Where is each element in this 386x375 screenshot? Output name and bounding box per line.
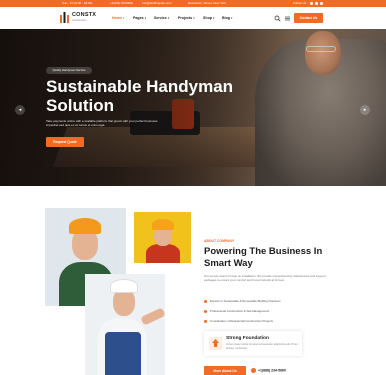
section-eyebrow: ABOUT COMPANY bbox=[204, 239, 235, 243]
check-icon bbox=[204, 299, 207, 303]
chevron-down-icon: ▾ bbox=[212, 16, 215, 20]
logo-name[interactable]: CONSTX bbox=[72, 12, 96, 18]
logo-tagline: Construction bbox=[72, 19, 87, 22]
nav-pages[interactable]: Pages▾ bbox=[133, 16, 146, 20]
foundation-icon bbox=[209, 337, 222, 350]
phone-icon bbox=[251, 368, 256, 373]
twitter-icon[interactable] bbox=[315, 2, 318, 5]
section-description: Our service teams fit drop on installati… bbox=[204, 274, 326, 283]
contact-us-button[interactable]: Contact Us bbox=[294, 13, 323, 23]
hero-badge: Quality Handyman Service bbox=[46, 67, 92, 74]
more-about-button[interactable]: More About Us bbox=[204, 366, 246, 375]
nav-projects[interactable]: Projects▾ bbox=[178, 16, 195, 20]
menu-icon[interactable] bbox=[284, 15, 291, 22]
chevron-down-icon: ▾ bbox=[167, 16, 170, 20]
slider-next-icon[interactable]: ▸ bbox=[360, 105, 370, 115]
check-icon bbox=[204, 319, 207, 323]
worker-photo-3 bbox=[85, 274, 165, 375]
request-quote-button[interactable]: Request Quote bbox=[46, 137, 84, 147]
card-title: Strong Foundation bbox=[226, 336, 269, 341]
card-description: Lorem ipsum dolor sit amet consectetur a… bbox=[226, 343, 298, 350]
linkedin-icon[interactable] bbox=[320, 2, 323, 5]
top-info-bar: Sun - Fri (9:00 - 18:00) +1(234) 5678900… bbox=[0, 0, 386, 7]
topbar-hours: Sun - Fri (9:00 - 18:00) bbox=[62, 1, 93, 5]
hero-description: Take payments online with a scalable pla… bbox=[46, 119, 158, 128]
check-icon bbox=[204, 309, 207, 313]
chevron-down-icon: ▾ bbox=[144, 16, 146, 20]
search-icon[interactable] bbox=[274, 15, 281, 22]
slider-prev-icon[interactable]: ◂ bbox=[15, 105, 25, 115]
nav-blog[interactable]: Blog▾ bbox=[222, 16, 232, 20]
phone-contact[interactable]: +1(888) 234-5660 bbox=[251, 368, 286, 373]
worker-photo-2 bbox=[134, 212, 191, 263]
nav-service[interactable]: Service▾ bbox=[154, 16, 169, 20]
hero-title: Sustainable Handyman Solution bbox=[46, 77, 234, 115]
feature-item: Experts in Sustainable & Renewable Build… bbox=[204, 299, 281, 303]
foundation-card: Strong Foundation Lorem ipsum dolor sit … bbox=[204, 331, 302, 356]
topbar-location: Downtown, Street, New York bbox=[188, 1, 227, 5]
section-title: Powering The Business In Smart Way bbox=[204, 246, 323, 269]
feature-item: Coordination of Residential Construction… bbox=[204, 319, 273, 323]
chevron-down-icon: ▾ bbox=[230, 16, 233, 20]
nav-shop[interactable]: Shop▾ bbox=[203, 16, 214, 20]
hero-banner: Quality Handyman Service Sustainable Han… bbox=[0, 29, 386, 186]
chevron-down-icon: ▾ bbox=[123, 16, 125, 20]
topbar-phone[interactable]: +1(234) 5678900 bbox=[110, 1, 133, 6]
topbar-email[interactable]: info@buildingsite.com bbox=[142, 1, 171, 6]
feature-item: Professional Construction & Site Managem… bbox=[204, 309, 269, 313]
nav-home[interactable]: Home▾ bbox=[112, 16, 124, 20]
topbar-follow-label: Follow Us : bbox=[293, 1, 308, 5]
facebook-icon[interactable] bbox=[310, 2, 313, 5]
main-header: CONSTX Construction Home▾ Pages▾ Service… bbox=[0, 7, 386, 29]
chevron-down-icon: ▾ bbox=[193, 16, 195, 20]
logo-icon[interactable] bbox=[60, 12, 69, 23]
